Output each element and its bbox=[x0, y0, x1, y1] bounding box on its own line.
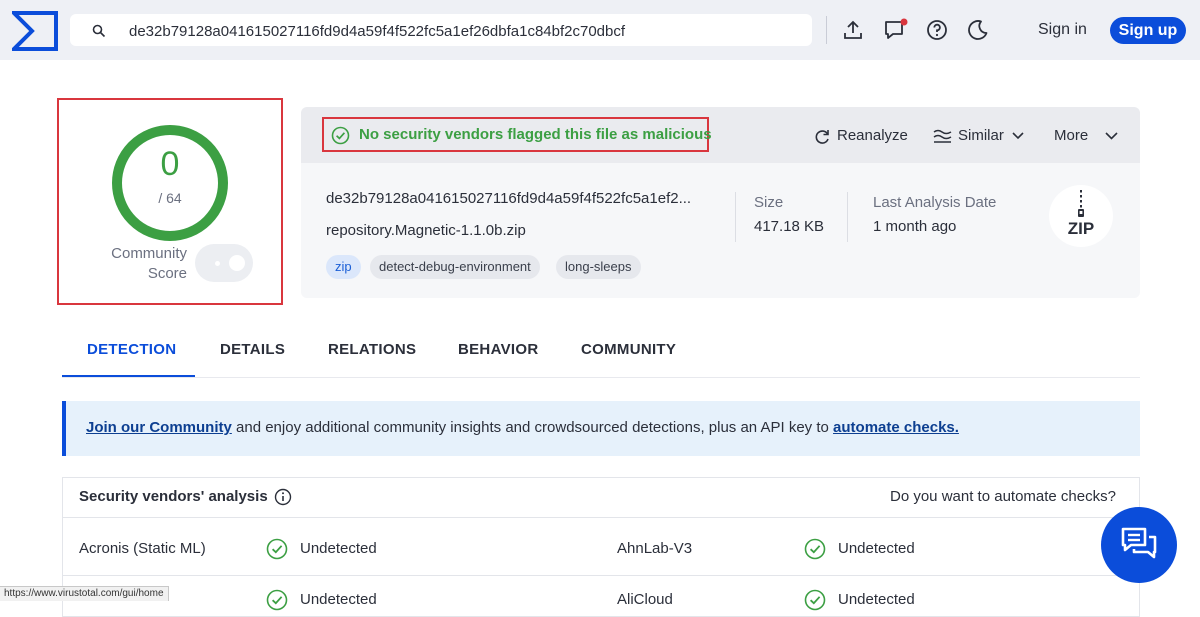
check-circle-icon bbox=[804, 538, 826, 560]
similar-icon bbox=[933, 129, 952, 143]
check-circle-icon bbox=[804, 589, 826, 611]
chat-support-button[interactable] bbox=[1101, 507, 1177, 583]
verdict-text: No security vendors flagged this file as… bbox=[359, 126, 712, 143]
tab-behavior[interactable]: BEHAVIOR bbox=[458, 341, 538, 358]
file-name: repository.Magnetic-1.1.0b.zip bbox=[326, 222, 526, 239]
reanalyze-button[interactable]: Reanalyze bbox=[813, 125, 908, 147]
search-icon bbox=[92, 24, 106, 38]
size-value: 417.18 KB bbox=[754, 218, 825, 235]
verdict-banner: No security vendors flagged this file as… bbox=[322, 117, 712, 152]
last-analysis-value: 1 month ago bbox=[873, 218, 957, 235]
search-input[interactable] bbox=[127, 18, 801, 44]
size-label: Size bbox=[754, 194, 784, 211]
chat-notification-icon[interactable] bbox=[883, 18, 908, 42]
chevron-down-icon bbox=[1012, 132, 1024, 140]
toolbar-divider bbox=[826, 16, 827, 44]
browser-status-url: https://www.virustotal.com/gui/home bbox=[0, 586, 169, 601]
virustotal-logo-icon[interactable] bbox=[12, 11, 58, 51]
zip-badge-label: ZIP bbox=[1067, 219, 1095, 238]
info-icon[interactable] bbox=[274, 488, 292, 506]
tag-zip[interactable]: zip bbox=[326, 255, 361, 279]
detection-score-card: 0 / 64 Community Score bbox=[57, 98, 283, 305]
detection-count: 0 bbox=[160, 145, 180, 183]
automate-checks-link[interactable]: automate checks. bbox=[833, 419, 959, 436]
file-hash[interactable]: de32b79128a041615027116fd9d4a59f4f522fc5… bbox=[326, 190, 691, 207]
active-tab-indicator bbox=[62, 375, 195, 377]
vendor-name: Acronis (Static ML) bbox=[79, 540, 206, 557]
community-score-label: Community Score bbox=[111, 245, 187, 282]
chevron-down-icon bbox=[1105, 132, 1118, 140]
last-analysis-label: Last Analysis Date bbox=[873, 194, 997, 211]
tab-detection[interactable]: DETECTION bbox=[87, 341, 176, 358]
tag-detect-debug-environment[interactable]: detect-debug-environment bbox=[370, 255, 540, 279]
more-dropdown[interactable]: More bbox=[1054, 125, 1118, 147]
vendor-result: Undetected bbox=[838, 540, 915, 557]
help-icon[interactable] bbox=[925, 18, 949, 42]
upload-icon[interactable] bbox=[841, 18, 865, 42]
table-row-divider bbox=[62, 517, 1140, 518]
vendors-title: Security vendors' analysis bbox=[79, 488, 268, 505]
tab-relations[interactable]: RELATIONS bbox=[328, 341, 416, 358]
dark-mode-icon[interactable] bbox=[966, 18, 990, 42]
check-circle-icon bbox=[266, 589, 288, 611]
join-community-link[interactable]: Join our Community bbox=[86, 419, 232, 436]
top-bar: Sign in Sign up bbox=[0, 0, 1200, 60]
check-circle-icon bbox=[266, 538, 288, 560]
community-score-toggle[interactable] bbox=[195, 244, 253, 282]
search-bar[interactable] bbox=[70, 14, 812, 46]
similar-dropdown[interactable]: Similar bbox=[933, 125, 1024, 147]
check-circle-icon bbox=[331, 126, 350, 145]
engine-total: / 64 bbox=[158, 190, 182, 206]
automate-checks-prompt[interactable]: Do you want to automate checks? bbox=[890, 488, 1116, 505]
tabs-divider bbox=[62, 377, 1140, 378]
banner-text: Join our Community and enjoy additional … bbox=[86, 419, 959, 436]
refresh-icon bbox=[815, 130, 829, 144]
tag-long-sleeps[interactable]: long-sleeps bbox=[556, 255, 641, 279]
sign-up-button[interactable]: Sign up bbox=[1110, 17, 1186, 44]
community-banner: Join our Community and enjoy additional … bbox=[62, 401, 1140, 456]
sign-in-link[interactable]: Sign in bbox=[1030, 18, 1095, 42]
meta-divider bbox=[735, 192, 736, 242]
vendor-name: AhnLab-V3 bbox=[617, 540, 693, 557]
chat-icon bbox=[1121, 527, 1157, 559]
table-row-divider bbox=[62, 575, 1140, 576]
zip-file-icon: ZIP bbox=[1049, 185, 1113, 247]
meta-divider bbox=[847, 192, 848, 242]
vendor-result: Undetected bbox=[300, 540, 377, 557]
tab-community[interactable]: COMMUNITY bbox=[581, 341, 676, 358]
tab-details[interactable]: DETAILS bbox=[220, 341, 285, 358]
